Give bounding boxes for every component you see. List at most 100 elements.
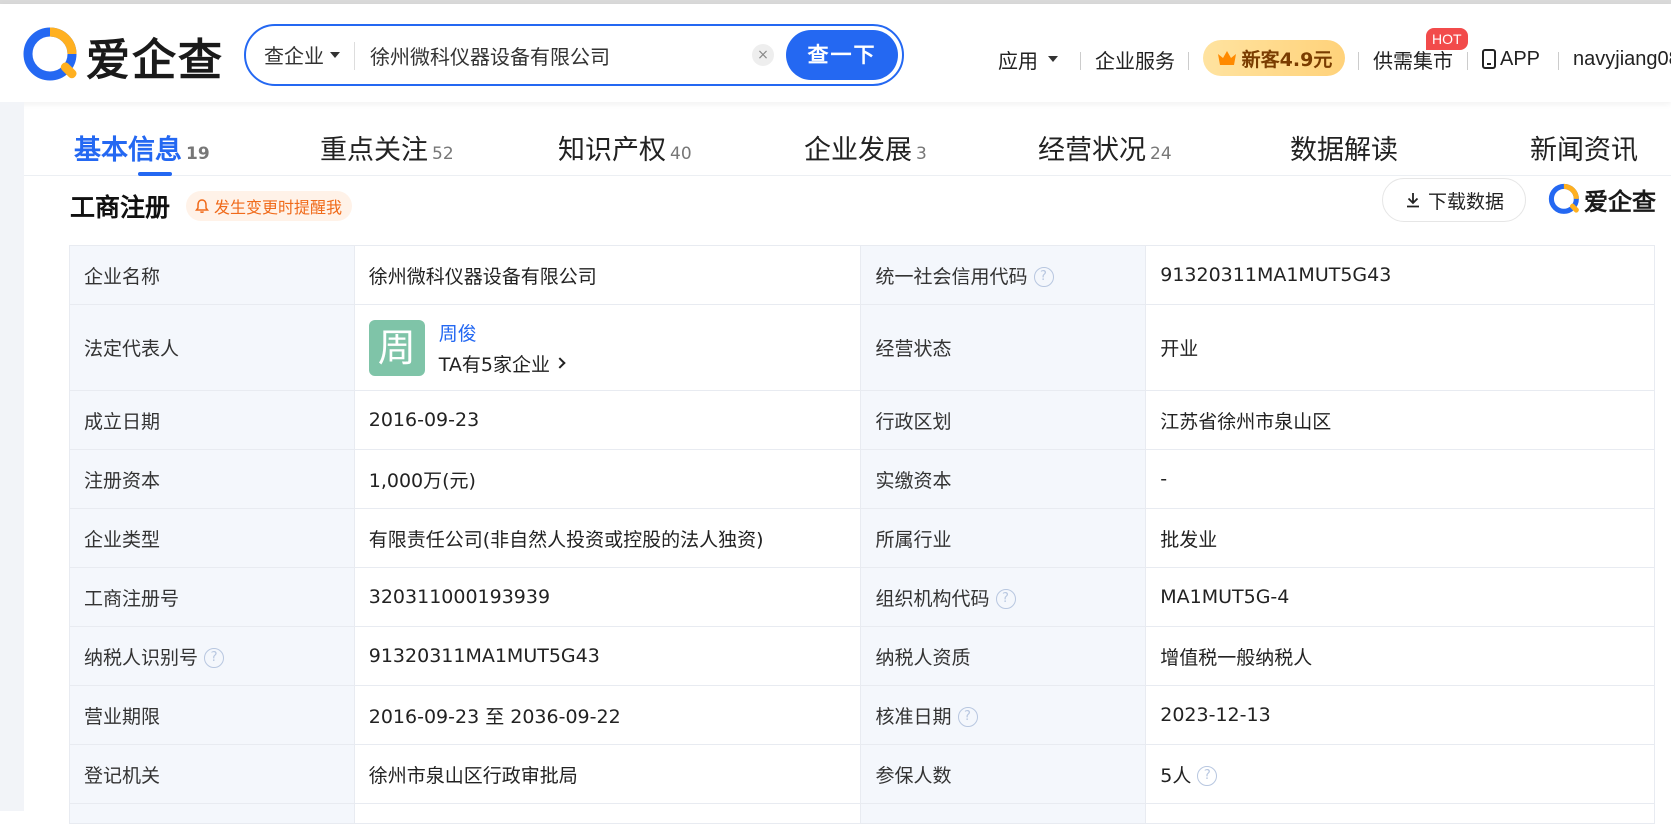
watermark-logo: 爱企查 [1548, 182, 1656, 217]
label-approval-date: 核准日期? [860, 685, 1147, 745]
table-row: 营业期限 2016-09-23 至 2036-09-22 核准日期? 2023-… [69, 685, 1655, 745]
table-row: 法定代表人 周 周俊 TA有5家企业 经营状态 开业 [69, 304, 1655, 391]
logo-text: 爱企查 [1584, 188, 1656, 216]
help-icon[interactable]: ? [1033, 267, 1054, 287]
logo-q-icon [23, 27, 77, 81]
tab-ip[interactable]: 知识产权 40 [558, 128, 692, 167]
registration-table: 企业名称 徐州微科仪器设备有限公司 统一社会信用代码? 91320311MA1M… [69, 245, 1655, 824]
tab-count: 40 [670, 144, 692, 164]
download-label: 下载数据 [1427, 190, 1504, 213]
bell-icon [195, 199, 209, 213]
label-registration-authority: 登记机关 [69, 744, 355, 804]
label-founded: 成立日期 [69, 390, 355, 450]
table-row: 企业名称 徐州微科仪器设备有限公司 统一社会信用代码? 91320311MA1M… [69, 245, 1655, 305]
label-taxpayer-qualification: 纳税人资质 [860, 626, 1147, 686]
nav-divider [1188, 52, 1189, 70]
tab-count: 24 [1150, 144, 1172, 164]
hot-badge: HOT [1426, 28, 1468, 50]
promo-badge[interactable]: 新客4.9元 [1203, 40, 1345, 76]
table-row: 成立日期 2016-09-23 行政区划 江苏省徐州市泉山区 [69, 390, 1655, 450]
logo-q-icon [1548, 183, 1579, 214]
site-header: 爱企查 查企业 × 查一下 应用 企业服务 新客4.9元 供需集市 HOT AP… [0, 4, 1671, 102]
label-text: 核准日期 [875, 705, 952, 728]
table-row: 登记机关 徐州市泉山区行政审批局 参保人数 5人? [69, 744, 1655, 804]
nav-divider [1358, 52, 1359, 70]
avatar[interactable]: 周 [368, 319, 425, 376]
tab-news[interactable]: 新闻资讯 [1530, 128, 1638, 167]
nav-apps-label: 应用 [998, 48, 1038, 73]
value-reg-number: 320311000193939 [353, 567, 862, 627]
tab-operations[interactable]: 经营状况 24 [1038, 128, 1172, 167]
nav-app-label: APP [1500, 47, 1541, 70]
help-icon[interactable]: ? [204, 648, 225, 668]
tab-label: 知识产权 [558, 135, 666, 166]
clear-icon[interactable]: × [752, 44, 774, 66]
tab-label: 新闻资讯 [1530, 135, 1638, 166]
label-org-code: 组织机构代码? [860, 567, 1147, 627]
tab-key-focus[interactable]: 重点关注 52 [320, 128, 454, 167]
tab-data-analysis[interactable]: 数据解读 [1290, 128, 1398, 167]
legal-rep-info: 周俊 TA有5家企业 [439, 319, 566, 377]
label-business-term: 营业期限 [69, 685, 355, 745]
nav-apps[interactable]: 应用 [998, 42, 1058, 76]
search-type-label: 查企业 [264, 44, 324, 68]
table-cell [353, 803, 862, 824]
logo-text: 爱企查 [86, 35, 224, 86]
value-approval-date: 2023-12-13 [1145, 685, 1655, 745]
download-icon [1406, 193, 1419, 208]
label-status: 经营状态 [860, 304, 1147, 391]
value-credit-code: 91320311MA1MUT5G43 [1145, 245, 1655, 305]
help-icon[interactable]: ? [995, 589, 1016, 609]
nav-divider [1080, 52, 1081, 70]
label-insured-count: 参保人数 [860, 744, 1147, 804]
value-registered-capital: 1,000万(元) [353, 449, 862, 509]
legal-rep-companies-link[interactable]: TA有5家企业 [439, 350, 566, 377]
value-company-name: 徐州微科仪器设备有限公司 [353, 245, 862, 305]
legal-rep-name-link[interactable]: 周俊 [439, 319, 564, 346]
tab-label: 企业发展 [804, 135, 912, 166]
table-row: 企业类型 有限责任公司(非自然人投资或控股的法人独资) 所属行业 批发业 [69, 508, 1655, 568]
value-registration-authority: 徐州市泉山区行政审批局 [353, 744, 862, 804]
label-paid-capital: 实缴资本 [860, 449, 1147, 509]
legal-rep-card: 周 周俊 TA有5家企业 [368, 319, 847, 377]
value-org-code: MA1MUT5G-4 [1145, 567, 1655, 627]
nav-user[interactable]: navyjiang08 [1573, 42, 1671, 76]
change-reminder-button[interactable]: 发生变更时提醒我 [186, 191, 353, 221]
search-input[interactable] [370, 38, 730, 72]
table-row: 注册资本 1,000万(元) 实缴资本 - [69, 449, 1655, 509]
nav-enterprise-service[interactable]: 企业服务 [1095, 42, 1175, 76]
tab-label: 经营状况 [1038, 135, 1146, 166]
chevron-down-icon [1048, 56, 1058, 62]
tab-count: 19 [186, 144, 210, 164]
section-title: 工商注册 [70, 193, 171, 222]
left-gutter [0, 102, 24, 811]
tab-development[interactable]: 企业发展 3 [804, 128, 927, 167]
site-logo[interactable]: 爱企查 [22, 24, 224, 88]
tab-label: 重点关注 [320, 135, 428, 166]
tab-count: 3 [916, 144, 927, 164]
help-icon[interactable]: ? [1197, 766, 1218, 786]
label-text: 组织机构代码 [875, 587, 990, 610]
value-region: 江苏省徐州市泉山区 [1145, 390, 1655, 450]
tab-basic-info[interactable]: 基本信息 19 [74, 128, 210, 167]
value-status: 开业 [1145, 304, 1655, 391]
phone-icon [1482, 49, 1496, 69]
insured-count-text: 5人 [1160, 764, 1192, 787]
label-region: 行政区划 [860, 390, 1147, 450]
search-type-select[interactable]: 查企业 [264, 40, 340, 69]
promo-label: 新客4.9元 [1241, 48, 1333, 71]
search-button[interactable]: 查一下 [786, 30, 898, 80]
label-text: 纳税人识别号 [84, 646, 199, 669]
value-taxpayer-qualification: 增值税一般纳税人 [1145, 626, 1655, 686]
nav-app[interactable]: APP [1482, 42, 1540, 76]
download-data-button[interactable]: 下载数据 [1382, 178, 1526, 222]
label-industry: 所属行业 [860, 508, 1147, 568]
value-industry: 批发业 [1145, 508, 1655, 568]
tab-label: 基本信息 [74, 135, 182, 166]
user-name: navyjiang08 [1573, 47, 1671, 70]
table-cell [1145, 803, 1655, 824]
table-cell [69, 803, 355, 824]
help-icon[interactable]: ? [957, 707, 978, 727]
label-text: 统一社会信用代码 [875, 265, 1028, 288]
label-taxpayer-id: 纳税人识别号? [69, 626, 355, 686]
